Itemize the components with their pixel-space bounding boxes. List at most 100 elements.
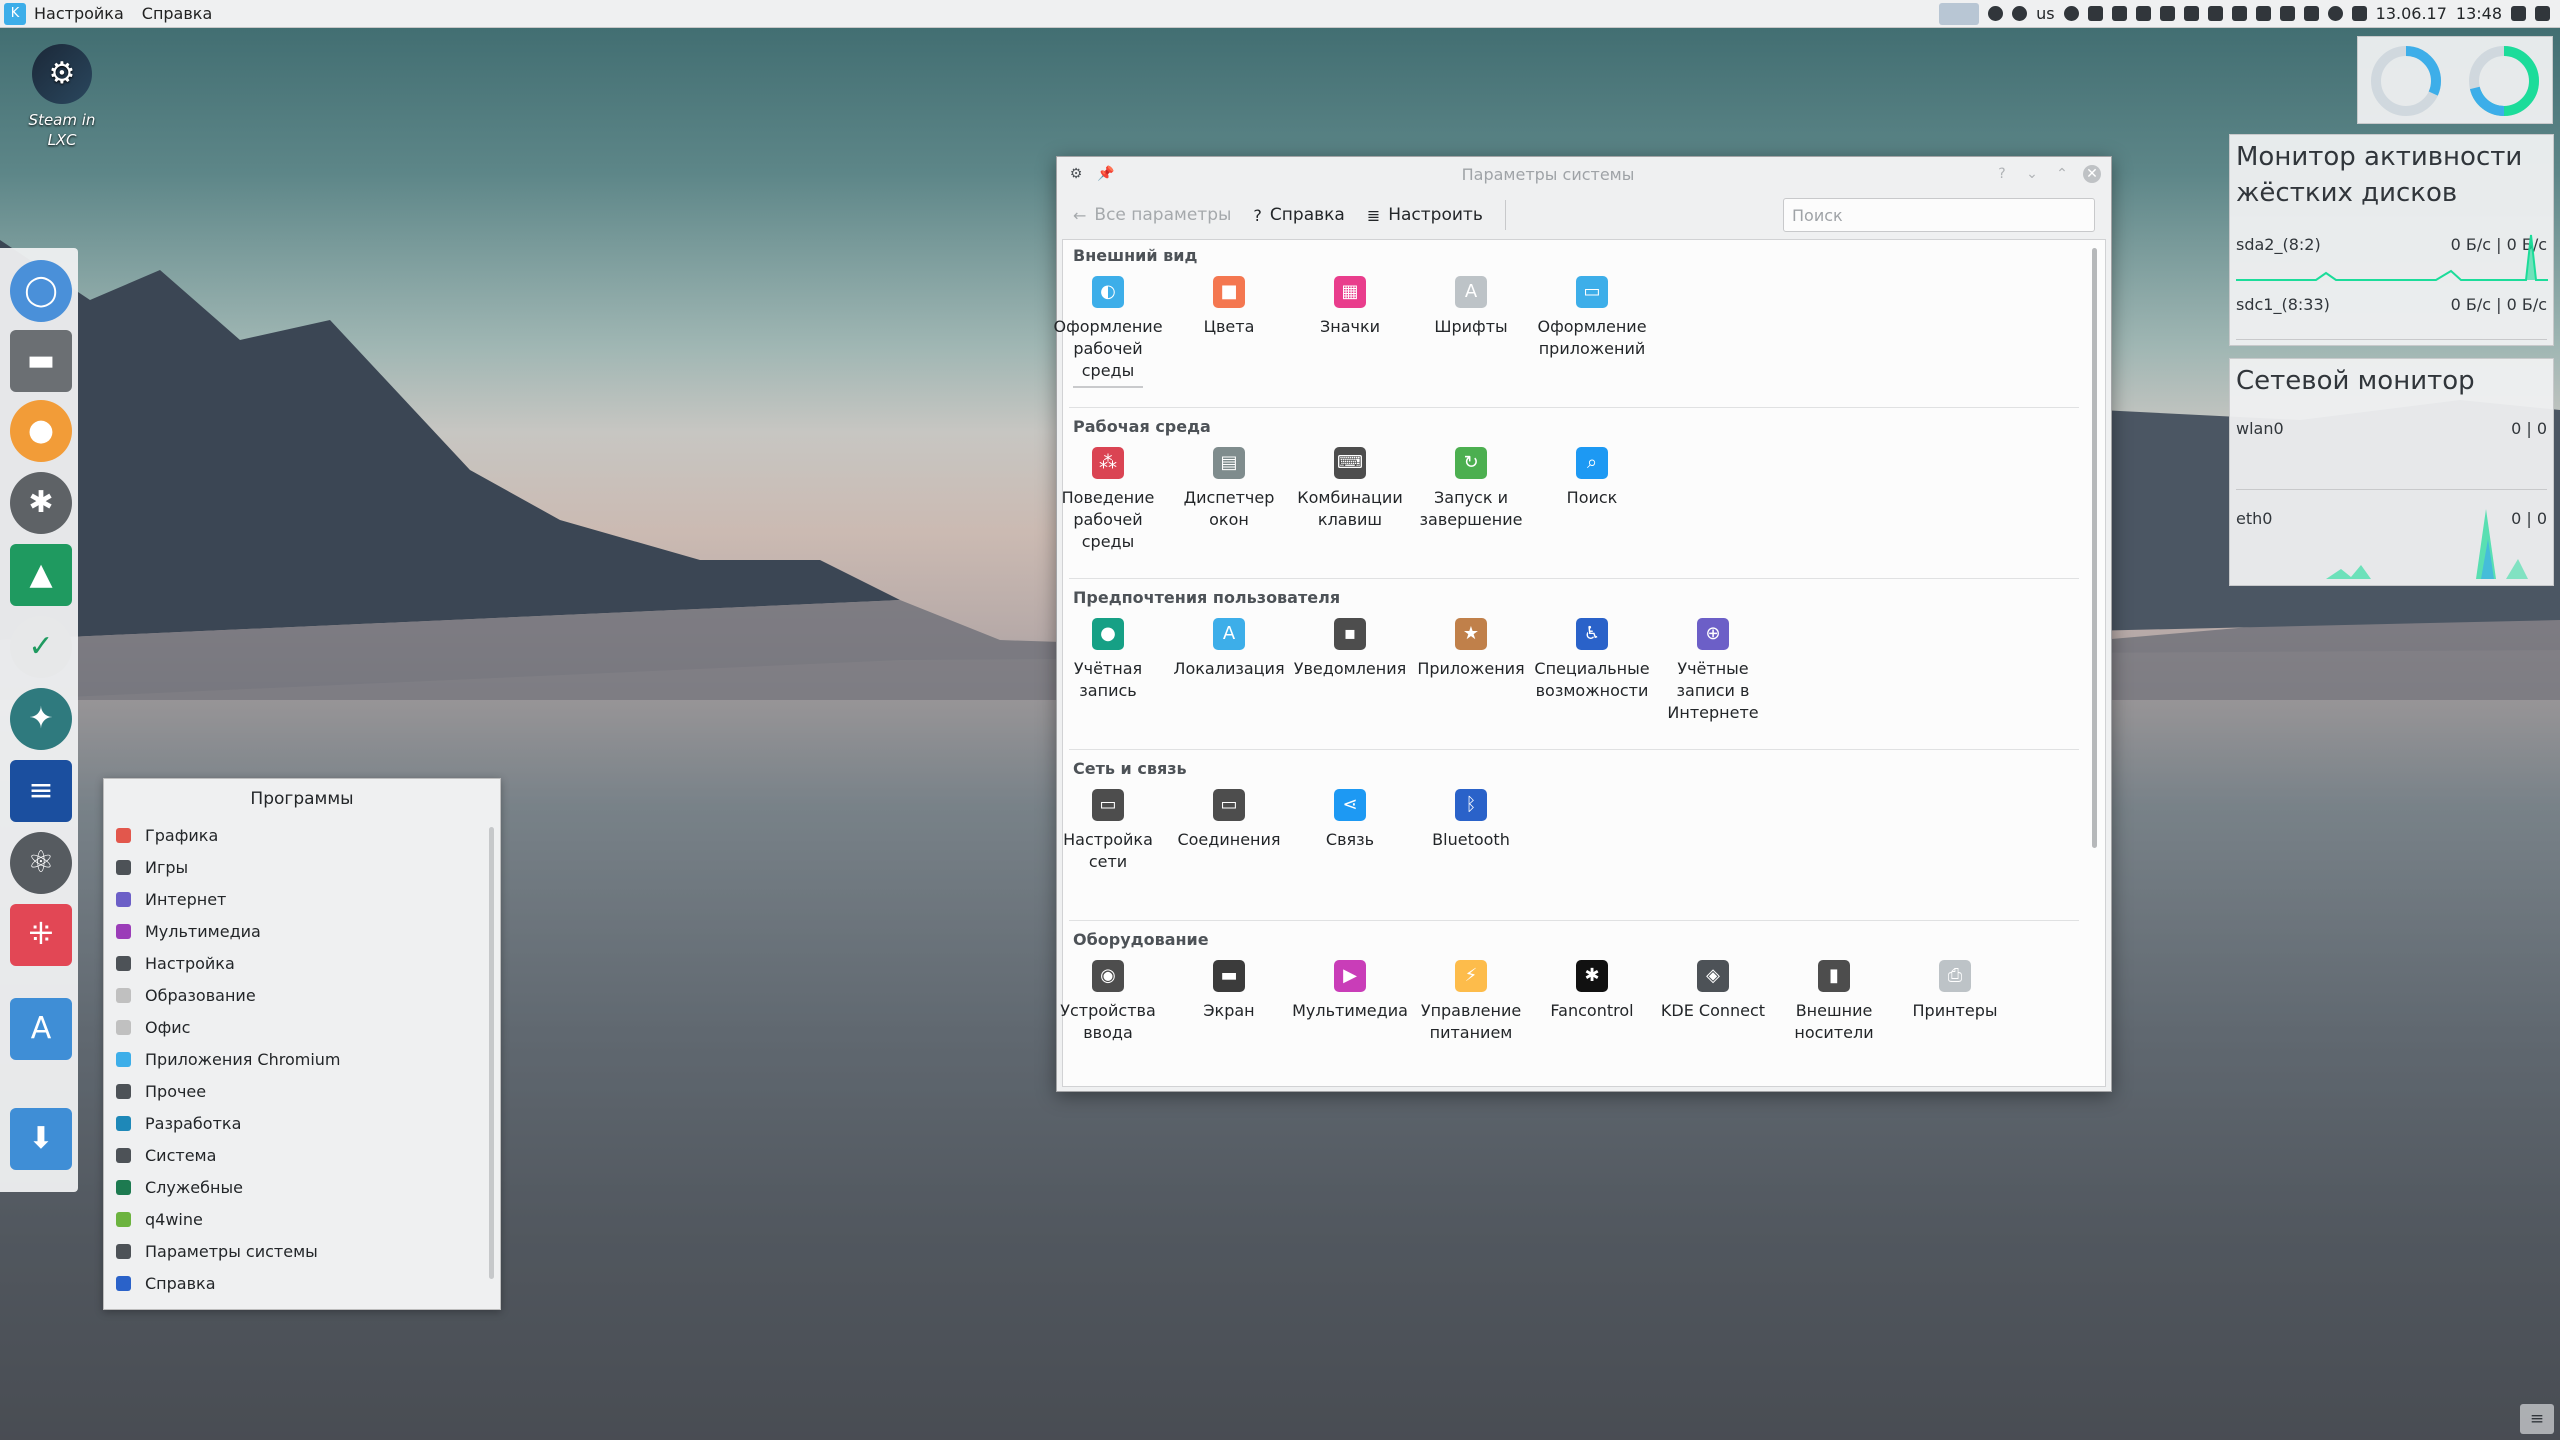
settings-module[interactable]: ▮ Внешние носители	[1774, 960, 1894, 1044]
settings-module[interactable]: ▭ Настройка сети	[1048, 789, 1168, 873]
settings-module[interactable]: ▶ Мультимедиа	[1290, 960, 1410, 1022]
app-dock-icon[interactable]: ✦	[10, 688, 72, 750]
disk-activity-widget: Монитор активности жёстких дисков sda2_(…	[2229, 134, 2554, 346]
time-label[interactable]: 13:48	[2456, 4, 2502, 23]
settings-module[interactable]: A Локализация	[1169, 618, 1289, 680]
steam-tray-icon[interactable]	[2063, 6, 2079, 21]
settings-module[interactable]: ★ Приложения	[1411, 618, 1531, 680]
menu-item[interactable]: Параметры системы	[104, 1235, 500, 1267]
category-icon	[116, 1083, 131, 1099]
menu-item-label: Прочее	[145, 1081, 207, 1101]
menu-item[interactable]: Справка	[104, 1267, 500, 1299]
settings-module[interactable]: ⋖ Связь	[1290, 789, 1410, 851]
chat-icon[interactable]	[2255, 6, 2271, 21]
menu-item[interactable]: Мультимедиа	[104, 915, 500, 947]
settings-module[interactable]: ᛒ Bluetooth	[1411, 789, 1531, 851]
settings-module[interactable]: ⊕ Учётные записи в Интернете	[1653, 618, 1773, 724]
settings-module[interactable]: ♿ Специальные возможности	[1532, 618, 1652, 702]
mixer-dock-icon[interactable]: ⁜	[10, 904, 72, 966]
module-label: Диспетчер окон	[1183, 488, 1275, 529]
settings-module[interactable]: ⌕ Поиск	[1532, 447, 1652, 509]
menu-item[interactable]: Графика	[104, 819, 500, 851]
settings-module[interactable]: ⎙ Принтеры	[1895, 960, 2015, 1022]
settings-module[interactable]: ✱ Fancontrol	[1532, 960, 1652, 1022]
module-label: Bluetooth	[1432, 830, 1510, 849]
twitter-icon[interactable]	[2087, 6, 2103, 21]
menu-item[interactable]: Офис	[104, 1011, 500, 1043]
menu-item[interactable]: Служебные	[104, 1171, 500, 1203]
menu-item[interactable]: Игры	[104, 851, 500, 883]
window-titlebar[interactable]: ⚙ 📌 Параметры системы ? ⌄ ⌃ ✕	[1057, 157, 2111, 191]
menu-item[interactable]: Система	[104, 1139, 500, 1171]
atom-dock-icon[interactable]: ⚛	[10, 832, 72, 894]
kde-launcher-icon[interactable]: K	[4, 2, 26, 25]
settings-module[interactable]: ● Учётная запись	[1048, 618, 1168, 702]
settings-module[interactable]: ▭ Оформление приложений	[1532, 276, 1652, 360]
pager-icon[interactable]	[1939, 2, 1980, 25]
apps-folder-dock-icon[interactable]: A	[10, 998, 72, 1060]
menu-item[interactable]: q4wine	[104, 1203, 500, 1235]
date-label[interactable]: 13.06.17	[2376, 4, 2447, 23]
keyboard-layout[interactable]: us	[2036, 4, 2054, 23]
phone-icon[interactable]	[2303, 6, 2319, 21]
logout-icon[interactable]	[2535, 6, 2550, 21]
help-button[interactable]: ? Справка	[1253, 205, 1344, 225]
settings-module[interactable]: ◉ Устройства ввода	[1048, 960, 1168, 1044]
globe-icon[interactable]	[2012, 6, 2028, 21]
menu-help[interactable]: Справка	[142, 4, 213, 23]
settings-module[interactable]: A Шрифты	[1411, 276, 1531, 338]
settings-module[interactable]: ◐ Оформление рабочей среды	[1048, 276, 1168, 388]
menu-settings[interactable]: Настройка	[34, 4, 124, 23]
desktop-icon-steam[interactable]: ⚙ Steam in LXC	[22, 44, 102, 150]
pin-icon[interactable]: 📌	[1097, 165, 1115, 183]
settings-module[interactable]: ▭ Соединения	[1169, 789, 1289, 851]
settings-module[interactable]: ▦ Значки	[1290, 276, 1410, 338]
settings-module[interactable]: ⁂ Поведение рабочей среды	[1048, 447, 1168, 553]
device-icon[interactable]	[2351, 6, 2367, 21]
settings-module[interactable]: ↻ Запуск и завершение	[1411, 447, 1531, 531]
downloads-folder-dock-icon[interactable]: ⬇	[10, 1108, 72, 1170]
menu-item[interactable]: Настройка	[104, 947, 500, 979]
settings-module[interactable]: ■ Цвета	[1169, 276, 1289, 338]
settings-module[interactable]: ⚡ Управление питанием	[1411, 960, 1531, 1044]
maximize-button[interactable]: ⌃	[2053, 165, 2071, 183]
system-monitor-dock-icon[interactable]: ▲	[10, 544, 72, 606]
media-player-dock-icon[interactable]: ✱	[10, 472, 72, 534]
usage-rings	[2371, 46, 2539, 116]
clipboard-icon[interactable]	[2135, 6, 2151, 21]
settings-module[interactable]: ⌨ Комбинации клавиш	[1290, 447, 1410, 531]
view-scrollbar[interactable]	[2092, 248, 2097, 848]
user-status-dock-icon[interactable]: ✓	[10, 616, 72, 678]
menu-item[interactable]: Разработка	[104, 1107, 500, 1139]
volume-icon[interactable]	[2183, 6, 2199, 21]
check-icon[interactable]	[2327, 6, 2343, 21]
user-icon[interactable]	[2111, 6, 2127, 21]
settings-module[interactable]: ▪ Уведомления	[1290, 618, 1410, 680]
menu-item[interactable]: Образование	[104, 979, 500, 1011]
printer-tray-icon[interactable]	[2279, 6, 2295, 21]
display-tray-icon[interactable]	[2231, 6, 2247, 21]
help-window-button[interactable]: ?	[1993, 165, 2011, 183]
desktop-toolbox-icon[interactable]: ≡	[2520, 1404, 2554, 1434]
fonts-icon: A	[1455, 276, 1487, 308]
chromium-dock-icon[interactable]: ◯	[10, 260, 72, 322]
lock-icon[interactable]	[2511, 6, 2526, 21]
minimize-button[interactable]: ⌄	[2023, 165, 2041, 183]
bluetooth-tray-icon[interactable]	[2207, 6, 2223, 21]
settings-module[interactable]: ▤ Диспетчер окон	[1169, 447, 1289, 531]
battery-icon[interactable]	[2159, 6, 2175, 21]
close-button[interactable]: ✕	[2083, 165, 2101, 183]
menu-item[interactable]: Приложения Chromium	[104, 1043, 500, 1075]
menu-scrollbar[interactable]	[489, 827, 494, 1279]
menu-item[interactable]: Прочее	[104, 1075, 500, 1107]
document-dock-icon[interactable]: ≡	[10, 760, 72, 822]
clock-status-icon[interactable]	[1988, 6, 2004, 21]
all-settings-button[interactable]: ← Все параметры	[1073, 205, 1231, 225]
menu-item[interactable]: Интернет	[104, 883, 500, 915]
file-manager-dock-icon[interactable]: ▬	[10, 330, 72, 392]
contacts-dock-icon[interactable]: ●	[10, 400, 72, 462]
search-input[interactable]	[1783, 198, 2095, 232]
settings-module[interactable]: ◈ KDE Connect	[1653, 960, 1773, 1022]
settings-module[interactable]: ▬ Экран	[1169, 960, 1289, 1022]
configure-button[interactable]: ≣ Настроить	[1367, 205, 1483, 225]
